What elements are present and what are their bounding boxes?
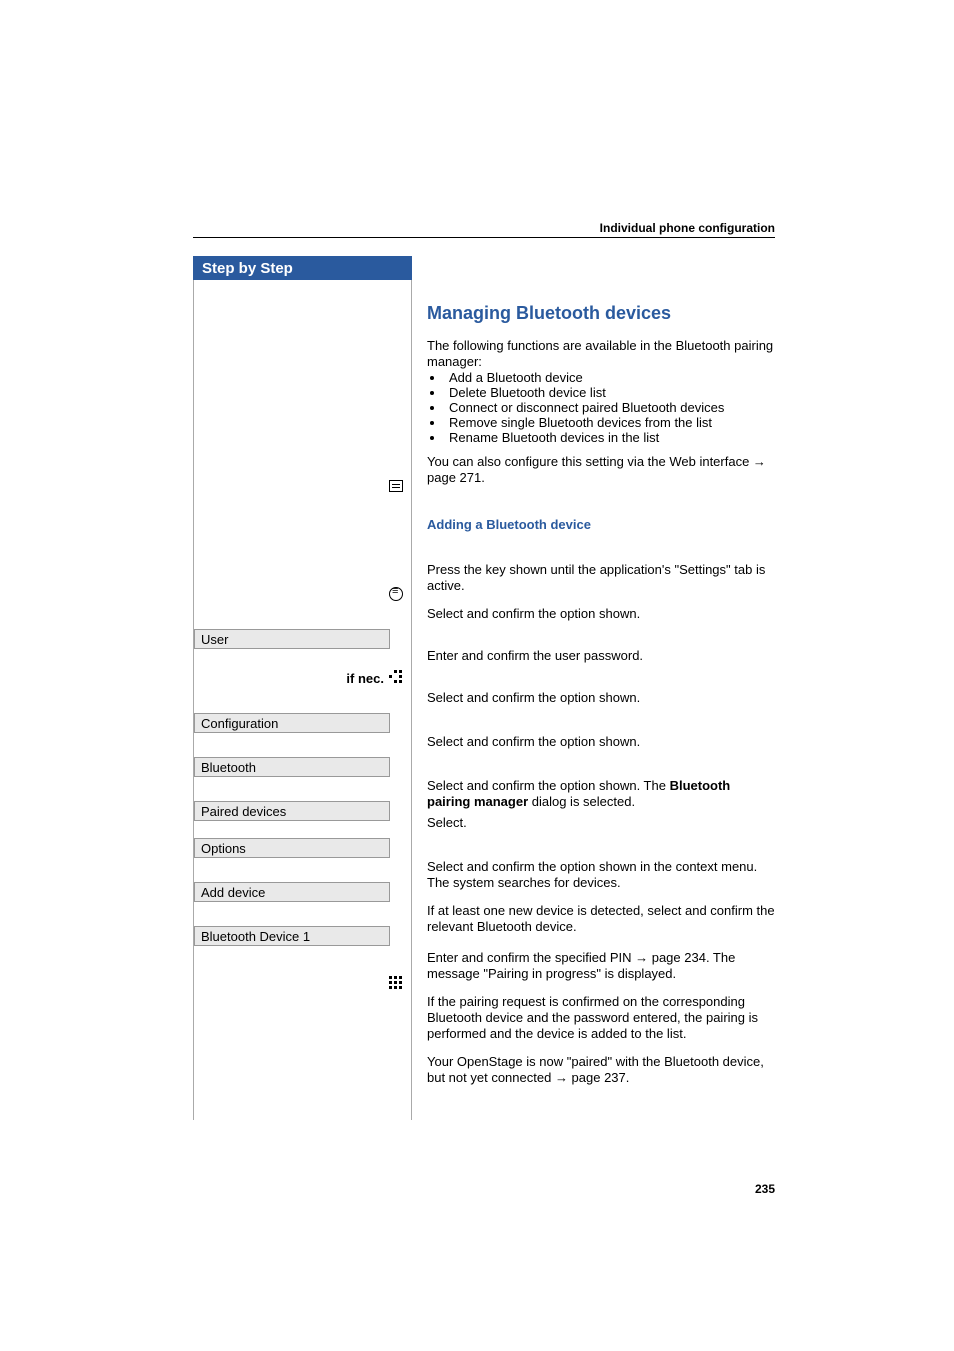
menu-user: User <box>194 629 390 649</box>
paired-devices-text: Select and confirm the option shown. The… <box>427 778 775 810</box>
detect-device-text: If at least one new device is detected, … <box>427 903 775 935</box>
list-item: Delete Bluetooth device list <box>445 385 793 400</box>
menu-bluetooth: Bluetooth <box>194 757 390 777</box>
enter-pin-text: Enter and confirm the specified PIN → pa… <box>427 950 775 982</box>
page: Individual phone configuration Step by S… <box>0 0 954 1351</box>
keypad-icon <box>389 670 403 684</box>
menu-bluetooth-device-1: Bluetooth Device 1 <box>194 926 390 946</box>
text: Enter and confirm the specified PIN <box>427 950 635 965</box>
select-confirm-config: Select and confirm the option shown. <box>427 690 775 706</box>
select-text: Select. <box>427 815 775 831</box>
if-nec-label: if nec. <box>346 671 384 686</box>
enter-password-text: Enter and confirm the user password. <box>427 648 775 664</box>
text: page 271. <box>427 470 485 485</box>
web-interface-note: You can also configure this setting via … <box>427 454 775 486</box>
heading-managing-bluetooth: Managing Bluetooth devices <box>427 303 775 324</box>
pairing-request-text: If the pairing request is confirmed on t… <box>427 994 775 1042</box>
menu-add-device: Add device <box>194 882 390 902</box>
list-item: Rename Bluetooth devices in the list <box>445 430 793 445</box>
list-item: Add a Bluetooth device <box>445 370 793 385</box>
add-device-text: Select and confirm the option shown in t… <box>427 859 775 891</box>
arrow-icon: → <box>753 454 766 469</box>
menu-paired-devices: Paired devices <box>194 801 390 821</box>
web-interface-icon <box>389 480 403 492</box>
sidebar-header: Step by Step <box>193 256 412 280</box>
select-confirm-user: Select and confirm the option shown. <box>427 606 775 622</box>
sidebar-body: User if nec. Configuration Bluetooth Pai… <box>193 280 412 1120</box>
arrow-icon: → <box>635 950 648 965</box>
settings-key-icon <box>389 587 403 601</box>
top-rule <box>193 237 775 238</box>
select-confirm-bluetooth: Select and confirm the option shown. <box>427 734 775 750</box>
menu-configuration: Configuration <box>194 713 390 733</box>
heading-adding-device: Adding a Bluetooth device <box>427 517 775 532</box>
running-head: Individual phone configuration <box>600 221 775 235</box>
intro-text: The following functions are available in… <box>427 338 775 370</box>
press-key-text: Press the key shown until the applicatio… <box>427 562 775 594</box>
menu-options: Options <box>194 838 390 858</box>
function-list: Add a Bluetooth device Delete Bluetooth … <box>445 370 793 445</box>
text: dialog is selected. <box>528 794 635 809</box>
paired-final-text: Your OpenStage is now "paired" with the … <box>427 1054 775 1086</box>
arrow-icon: → <box>555 1070 568 1085</box>
text: page 237. <box>568 1070 629 1085</box>
list-item: Remove single Bluetooth devices from the… <box>445 415 793 430</box>
keypad-icon <box>389 976 403 990</box>
list-item: Connect or disconnect paired Bluetooth d… <box>445 400 793 415</box>
text: Select and confirm the option shown. The <box>427 778 670 793</box>
page-number: 235 <box>755 1182 775 1196</box>
step-by-step-sidebar: Step by Step User if nec. Configuration … <box>193 256 412 1120</box>
text: You can also configure this setting via … <box>427 454 753 469</box>
